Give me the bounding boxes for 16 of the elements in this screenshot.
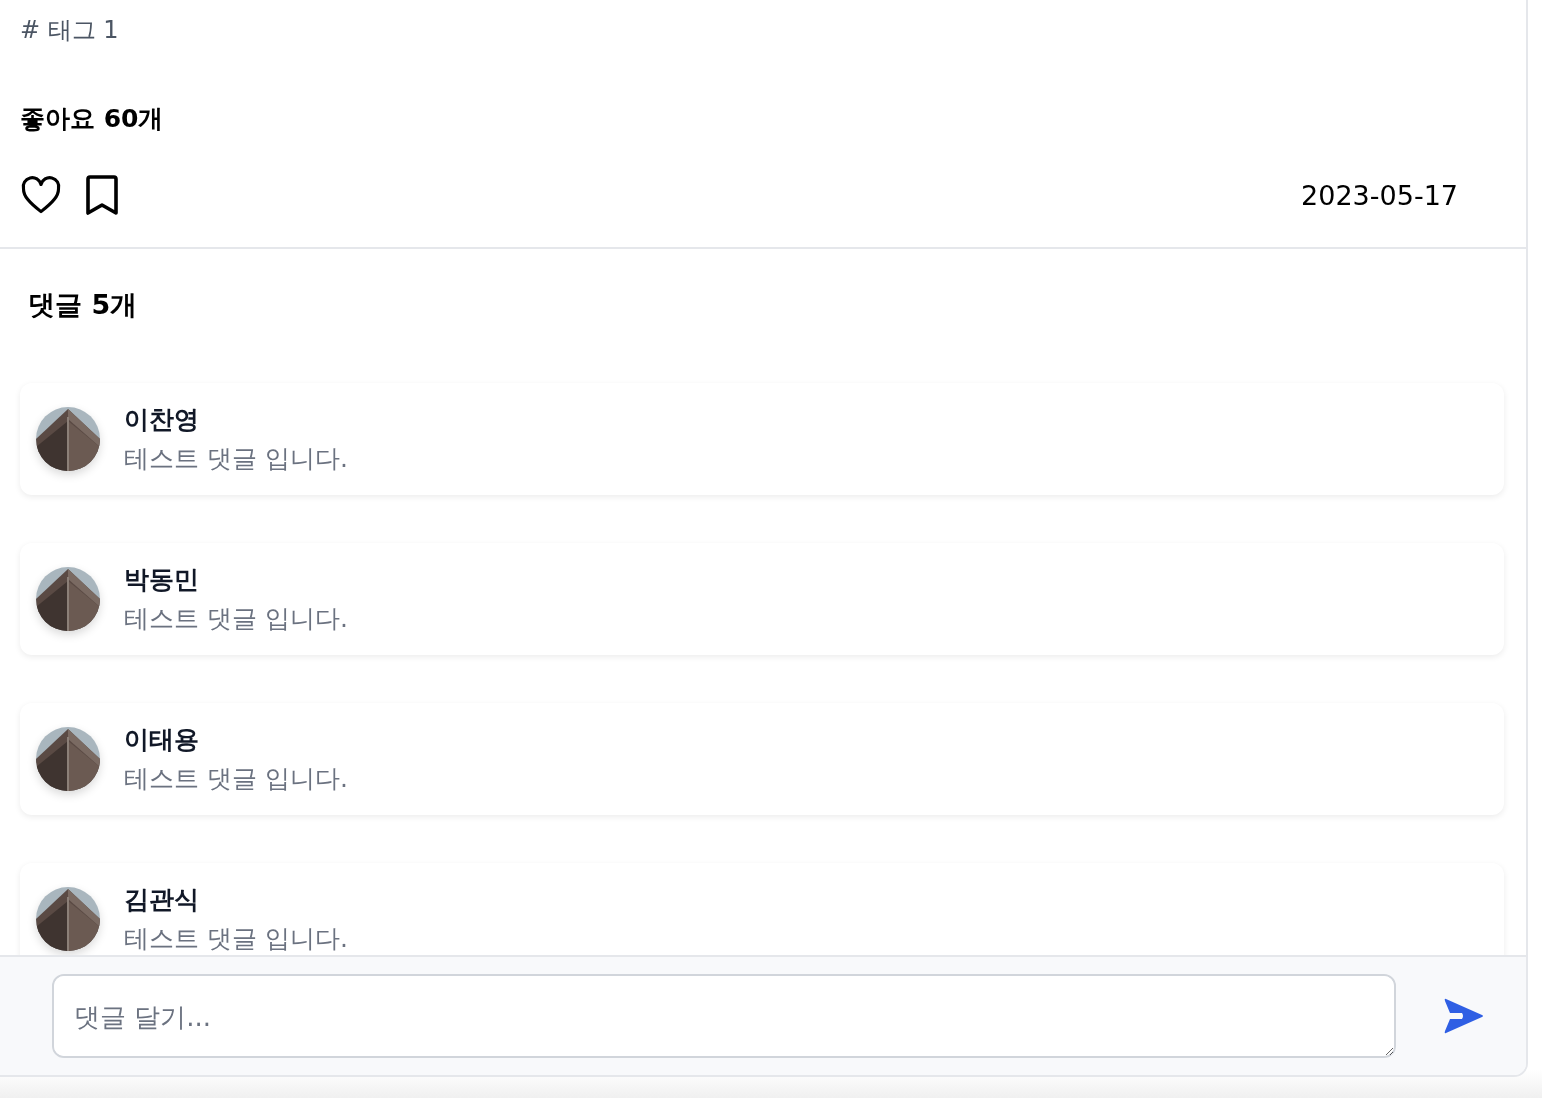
- comments-heading: 댓글 5개: [28, 288, 138, 322]
- post-date: 2023-05-17: [1301, 179, 1458, 211]
- comment-author: 박동민: [124, 564, 200, 596]
- bookmark-icon[interactable]: [84, 175, 120, 215]
- heart-icon[interactable]: [20, 175, 62, 215]
- comment-text: 테스트 댓글 입니다.: [124, 923, 348, 955]
- comment-author: 이태용: [124, 724, 200, 756]
- send-icon[interactable]: [1444, 997, 1484, 1035]
- comment-text: 테스트 댓글 입니다.: [124, 763, 348, 795]
- post-tag[interactable]: # 태그 1: [20, 14, 119, 46]
- comment-text: 테스트 댓글 입니다.: [124, 443, 348, 475]
- comment-author: 김관식: [124, 884, 200, 916]
- comment-text: 테스트 댓글 입니다.: [124, 603, 348, 635]
- like-count: 좋아요 60개: [20, 103, 164, 135]
- comment-input[interactable]: 댓글 달기...: [52, 974, 1396, 1058]
- comment-author: 이찬영: [124, 404, 200, 436]
